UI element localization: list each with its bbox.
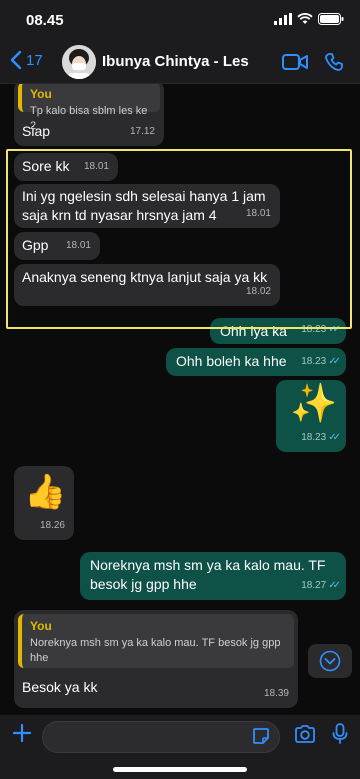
quoted-message[interactable]: You Noreknya msh sm ya ka kalo mau. TF b… [18, 614, 294, 668]
signal-icon [274, 13, 292, 25]
status-time: 08.45 [26, 12, 64, 29]
quote-sender: You [30, 87, 52, 101]
message-time: 18.23 ✓✓ [301, 352, 341, 371]
read-receipt-icon: ✓✓ [328, 580, 341, 591]
unread-count: 17 [26, 51, 43, 69]
message-outgoing[interactable]: Noreknya msh sm ya ka kalo mau. TF besok… [80, 552, 346, 600]
plus-icon[interactable] [12, 723, 32, 743]
message-text: Noreknya msh sm ya ka kalo mau. TF besok… [90, 557, 326, 592]
message-incoming[interactable]: Sore kk 18.01 [14, 153, 118, 181]
message-time: 18.23 ✓✓ [301, 428, 341, 447]
message-incoming[interactable]: You Noreknya msh sm ya ka kalo mau. TF b… [14, 610, 298, 708]
quote-text: Noreknya msh sm ya ka kalo mau. TF besok… [30, 637, 281, 664]
sparkles-emoji: ✨ [290, 383, 338, 425]
message-outgoing[interactable]: Ohh boleh ka hhe 18.23 ✓✓ [166, 348, 346, 376]
message-incoming[interactable]: Ini yg ngelesin sdh selesai hanya 1 jam … [14, 184, 280, 228]
read-receipt-icon: ✓✓ [328, 432, 341, 443]
sticker-icon[interactable] [252, 727, 270, 745]
scroll-down-icon [319, 650, 341, 672]
avatar[interactable] [62, 45, 96, 79]
chat-area[interactable]: You Tp kalo bisa sblm les ke 2 Siap 17.1… [0, 84, 360, 715]
message-time: 18.39 [263, 688, 289, 699]
video-call-icon[interactable] [282, 52, 308, 72]
message-outgoing[interactable]: ✨ 18.23 ✓✓ [276, 380, 346, 452]
message-text: Siap [22, 123, 51, 139]
scroll-down-button[interactable] [308, 644, 352, 678]
message-text: Besok ya kk [22, 679, 98, 695]
message-text: Ini yg ngelesin sdh selesai hanya 1 jam … [22, 188, 266, 223]
message-time: 18.01 [245, 208, 271, 219]
microphone-icon[interactable] [332, 723, 348, 745]
back-button[interactable]: 17 [10, 50, 43, 70]
message-input[interactable] [42, 721, 280, 753]
back-chevron-icon [10, 50, 22, 70]
chat-header: 17 Ibunya Chintya - Les [0, 40, 360, 84]
phone-icon[interactable] [324, 52, 344, 72]
status-bar: 08.45 [0, 0, 360, 40]
quote-sender: You [30, 619, 52, 633]
message-time: 18.02 [245, 286, 271, 297]
battery-icon [318, 13, 344, 25]
message-text: Gpp [22, 237, 49, 253]
message-incoming[interactable]: Gpp 18.01 [14, 232, 100, 260]
camera-icon[interactable] [294, 724, 316, 744]
quoted-message[interactable]: You Tp kalo bisa sblm les ke 2 [18, 84, 160, 132]
thumbs-up-emoji: 👍 [24, 473, 67, 511]
message-text: Ohh iya ka [220, 323, 287, 339]
message-composer [0, 715, 360, 779]
contact-name[interactable]: Ibunya Chintya - Les [102, 53, 249, 70]
message-text: Anaknya seneng ktnya lanjut saja ya kk [22, 269, 268, 285]
home-indicator[interactable] [113, 767, 247, 772]
read-receipt-icon: ✓✓ [328, 324, 341, 335]
wifi-icon [297, 13, 313, 24]
message-time: 18.26 [39, 520, 65, 531]
message-text: Ohh boleh ka hhe [176, 353, 287, 369]
read-receipt-icon: ✓✓ [328, 356, 341, 367]
status-icons [274, 13, 344, 25]
message-incoming[interactable]: You Tp kalo bisa sblm les ke 2 Siap 17.1… [14, 84, 164, 146]
message-incoming[interactable]: 👍 18.26 [14, 466, 74, 540]
message-time: 17.12 [129, 126, 155, 137]
message-time: 18.27 ✓✓ [301, 576, 341, 595]
message-outgoing[interactable]: Ohh iya ka 18.23 ✓✓ [210, 318, 346, 344]
message-time: 18.01 [83, 161, 109, 172]
message-incoming[interactable]: Anaknya seneng ktnya lanjut saja ya kk 1… [14, 264, 280, 306]
message-text: Sore kk [22, 158, 70, 174]
message-time: 18.23 ✓✓ [301, 320, 341, 339]
message-time: 18.01 [65, 240, 91, 251]
